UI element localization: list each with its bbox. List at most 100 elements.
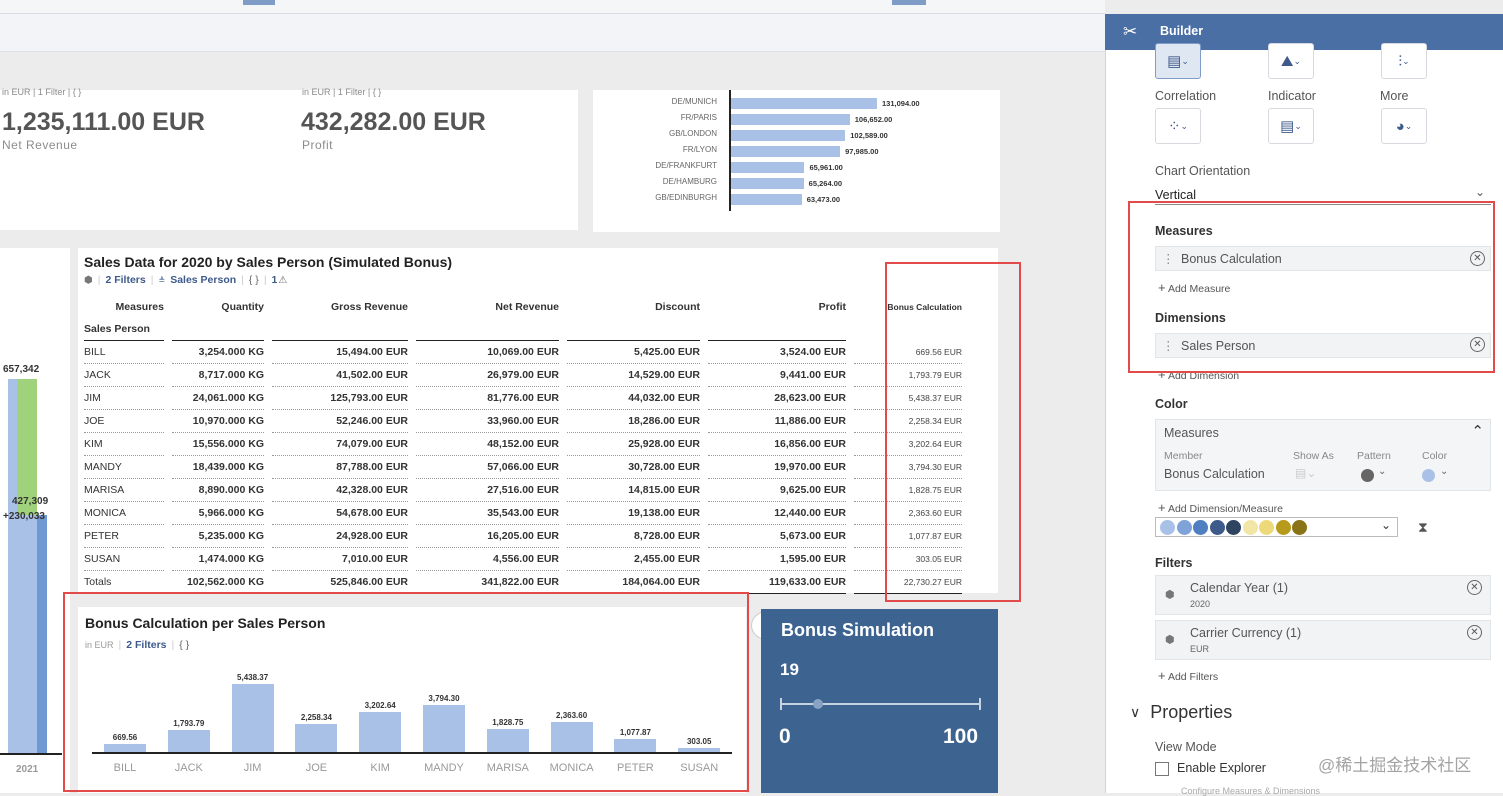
city-bar[interactable] <box>731 130 846 141</box>
table-cell[interactable]: 341,822.00 EUR <box>416 571 559 594</box>
table-cell[interactable]: 48,152.00 EUR <box>416 433 559 456</box>
table-cell[interactable]: 525,846.00 EUR <box>272 571 408 594</box>
table-cell[interactable]: 42,328.00 EUR <box>272 479 408 502</box>
table-cell[interactable]: 33,960.00 EUR <box>416 410 559 433</box>
color-swatch[interactable] <box>1422 469 1435 482</box>
table-cell[interactable]: 18,286.00 EUR <box>567 410 700 433</box>
table-cell[interactable]: 81,776.00 EUR <box>416 387 559 410</box>
column-header[interactable]: Discount <box>567 295 700 318</box>
warning-count[interactable]: 1 <box>272 274 278 286</box>
table-cell[interactable]: 41,502.00 EUR <box>272 364 408 387</box>
chevron-up-icon[interactable]: ⌃ <box>1471 422 1484 440</box>
chevron-down-icon[interactable]: ⌄ <box>1378 466 1386 477</box>
chevron-down-icon[interactable]: ⌄ <box>1440 466 1448 477</box>
column-header[interactable]: Quantity <box>172 295 264 318</box>
table-cell[interactable]: 5,673.00 EUR <box>708 525 846 548</box>
table-filters-link[interactable]: 2 Filters <box>105 274 145 286</box>
table-cell[interactable]: 16,856.00 EUR <box>708 433 846 456</box>
table-cell[interactable]: 9,625.00 EUR <box>708 479 846 502</box>
table-cell[interactable]: 18,439.000 KG <box>172 456 264 479</box>
column-header[interactable]: Profit <box>708 295 846 318</box>
enable-explorer-label[interactable]: Enable Explorer <box>1177 761 1266 775</box>
row-dimension-header[interactable]: Sales Person <box>84 318 164 341</box>
table-cell[interactable]: 5,966.000 KG <box>172 502 264 525</box>
table-cell[interactable]: 74,079.00 EUR <box>272 433 408 456</box>
table-cell[interactable]: 16,205.00 EUR <box>416 525 559 548</box>
column-header[interactable]: Gross Revenue <box>272 295 408 318</box>
table-cell[interactable]: 8,890.000 KG <box>172 479 264 502</box>
table-cell[interactable]: 15,556.000 KG <box>172 433 264 456</box>
table-cell[interactable]: 5,425.00 EUR <box>567 341 700 364</box>
row-header-cell[interactable]: PETER <box>84 525 164 548</box>
city-bar[interactable] <box>731 178 804 189</box>
table-cell[interactable]: 184,064.00 EUR <box>567 571 700 594</box>
table-cell[interactable]: 7,010.00 EUR <box>272 548 408 571</box>
indicator-chart-button[interactable]: ▤ ⌄ <box>1268 108 1314 144</box>
slider-handle[interactable] <box>813 699 824 709</box>
table-cell[interactable]: 25,928.00 EUR <box>567 433 700 456</box>
area-chart-type-button[interactable]: ⛰ ⌄ <box>1268 43 1314 79</box>
table-cell[interactable]: 19,970.00 EUR <box>708 456 846 479</box>
table-cell[interactable]: 24,061.000 KG <box>172 387 264 410</box>
row-header-cell[interactable]: KIM <box>84 433 164 456</box>
table-cell[interactable]: 24,928.00 EUR <box>272 525 408 548</box>
table-cell[interactable]: 9,441.00 EUR <box>708 364 846 387</box>
table-cell[interactable]: 125,793.00 EUR <box>272 387 408 410</box>
table-cell[interactable]: 3,254.000 KG <box>172 341 264 364</box>
table-cell[interactable]: 19,138.00 EUR <box>567 502 700 525</box>
table-cell[interactable]: 12,440.00 EUR <box>708 502 846 525</box>
slider-track[interactable] <box>780 703 981 705</box>
table-cell[interactable]: 52,246.00 EUR <box>272 410 408 433</box>
table-cell[interactable]: 3,524.00 EUR <box>708 341 846 364</box>
table-cell[interactable]: 35,543.00 EUR <box>416 502 559 525</box>
city-bar[interactable] <box>731 98 877 109</box>
braces-icon[interactable]: { } <box>249 274 259 286</box>
table-cell[interactable]: 4,556.00 EUR <box>416 548 559 571</box>
city-bar[interactable] <box>731 162 805 173</box>
table-cell[interactable]: 1,474.000 KG <box>172 548 264 571</box>
filter-item[interactable]: ⬢ Carrier Currency (1) EUR <box>1155 620 1491 660</box>
table-cell[interactable]: 10,069.00 EUR <box>416 341 559 364</box>
row-header-cell[interactable]: MONICA <box>84 502 164 525</box>
table-cell[interactable]: 27,516.00 EUR <box>416 479 559 502</box>
row-header-cell[interactable]: Totals <box>84 571 164 594</box>
table-cell[interactable]: 14,529.00 EUR <box>567 364 700 387</box>
add-filters-link[interactable]: + Add Filters <box>1158 668 1218 683</box>
table-cell[interactable]: 30,728.00 EUR <box>567 456 700 479</box>
table-cell[interactable]: 5,235.000 KG <box>172 525 264 548</box>
table-cell[interactable]: 2,455.00 EUR <box>567 548 700 571</box>
table-cell[interactable]: 1,595.00 EUR <box>708 548 846 571</box>
table-cell[interactable]: 54,678.00 EUR <box>272 502 408 525</box>
table-cell[interactable]: 102,562.000 KG <box>172 571 264 594</box>
remove-filter-icon[interactable]: ✕ <box>1467 580 1482 595</box>
table-cell[interactable]: 8,728.00 EUR <box>567 525 700 548</box>
show-as-icon[interactable]: ▤⌄ <box>1295 466 1316 480</box>
color-fill-icon[interactable]: ⧗ <box>1418 519 1428 536</box>
table-cell[interactable]: 119,633.00 EUR <box>708 571 846 594</box>
pattern-swatch[interactable] <box>1361 469 1374 482</box>
row-header-cell[interactable]: JIM <box>84 387 164 410</box>
table-cell[interactable]: 57,066.00 EUR <box>416 456 559 479</box>
table-dimension-link[interactable]: Sales Person <box>170 274 236 286</box>
table-cell[interactable]: 8,717.000 KG <box>172 364 264 387</box>
row-header-cell[interactable]: JACK <box>84 364 164 387</box>
row-header-cell[interactable]: MARISA <box>84 479 164 502</box>
palette-select[interactable]: ⌄ <box>1155 517 1398 537</box>
row-header-cell[interactable]: MANDY <box>84 456 164 479</box>
remove-filter-icon[interactable]: ✕ <box>1467 625 1482 640</box>
donut-chart-button[interactable]: ◕ ⌄ <box>1381 108 1427 144</box>
table-cell[interactable]: 28,623.00 EUR <box>708 387 846 410</box>
add-dimension-measure-link[interactable]: + Add Dimension/Measure <box>1158 500 1283 515</box>
row-header-cell[interactable]: SUSAN <box>84 548 164 571</box>
city-bar[interactable] <box>731 146 841 157</box>
table-cell[interactable]: 26,979.00 EUR <box>416 364 559 387</box>
column-header[interactable]: Net Revenue <box>416 295 559 318</box>
table-cell[interactable]: 14,815.00 EUR <box>567 479 700 502</box>
table-cell[interactable]: 10,970.000 KG <box>172 410 264 433</box>
row-header-cell[interactable]: JOE <box>84 410 164 433</box>
row-header-cell[interactable]: BILL <box>84 341 164 364</box>
boxplot-chart-type-button[interactable]: ⫶ ⌄ <box>1381 43 1427 79</box>
table-cell[interactable]: 44,032.00 EUR <box>567 387 700 410</box>
properties-section-toggle[interactable]: ∨ Properties <box>1130 702 1232 723</box>
table-cell[interactable]: 11,886.00 EUR <box>708 410 846 433</box>
